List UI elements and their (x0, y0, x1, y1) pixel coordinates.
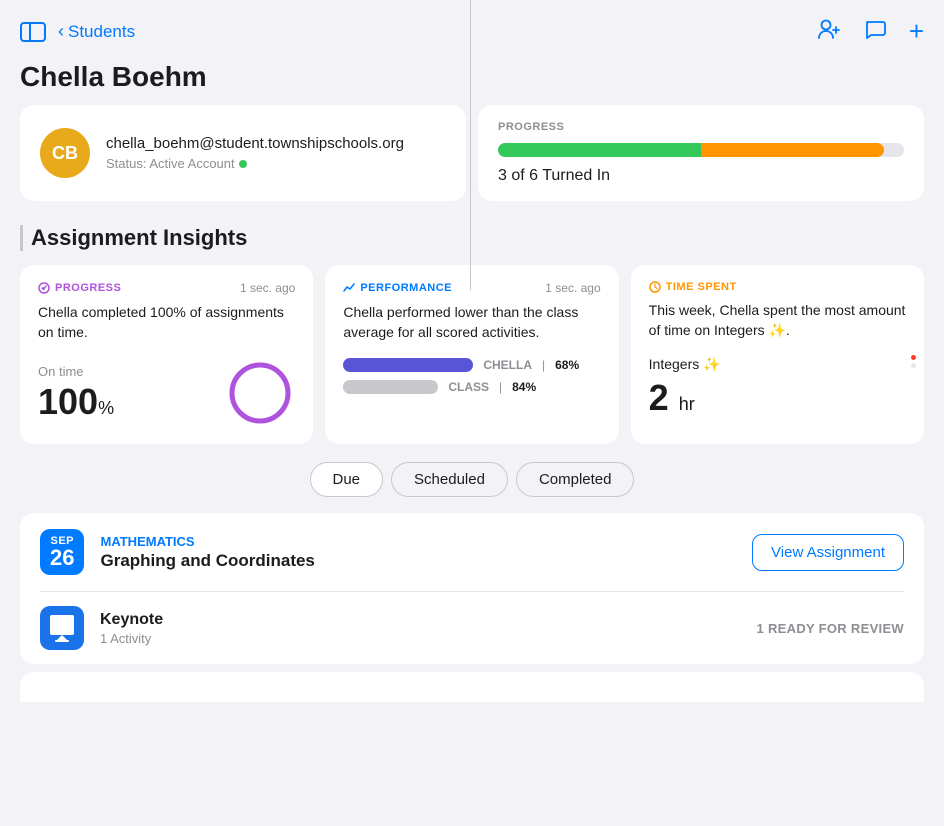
screen: ‹ Students + Chella Boehm (0, 0, 944, 826)
profile-status: Status: Active Account (106, 156, 404, 171)
top-bar: ‹ Students + (0, 0, 944, 57)
time-desc: This week, Chella spent the most amount … (649, 301, 906, 340)
progress-circle-row: On time 100% (38, 358, 295, 428)
class-bar-row: CLASS | 84% (343, 380, 600, 394)
insight-progress-card: PROGRESS 1 sec. ago Chella completed 100… (20, 265, 313, 444)
status-text: Status: Active Account (106, 156, 235, 171)
back-label: Students (68, 22, 135, 42)
activity-icon (40, 606, 84, 650)
section-border: Assignment Insights (20, 225, 924, 251)
profile-email: chella_boehm@student.townshipschools.org (106, 135, 404, 152)
assignment-subject: MATHEMATICS (100, 534, 736, 549)
progress-card: PROGRESS 3 of 6 Turned In (478, 105, 924, 201)
sidebar-toggle-icon[interactable] (20, 22, 46, 42)
status-dot (239, 160, 247, 168)
time-number: 2 (649, 377, 669, 418)
dot-indicator (911, 355, 916, 368)
activity-row: Keynote 1 Activity 1 READY FOR REVIEW (20, 592, 924, 664)
time-topic: Integers ✨ (649, 356, 906, 373)
progress-timestamp: 1 sec. ago (240, 281, 295, 295)
section-header-container: Assignment Insights (0, 217, 944, 265)
top-bar-left: ‹ Students (20, 21, 135, 42)
bottom-card-partial (20, 672, 924, 702)
insights-row: PROGRESS 1 sec. ago Chella completed 100… (0, 265, 944, 444)
top-bar-right: + (817, 16, 924, 47)
chat-icon[interactable] (863, 18, 887, 46)
back-button[interactable]: ‹ Students (58, 21, 135, 42)
date-badge: SEP 26 (40, 529, 84, 575)
on-time-info: On time 100% (38, 364, 114, 423)
profile-card: CB chella_boehm@student.townshipschools.… (20, 105, 466, 201)
assignment-card: SEP 26 MATHEMATICS Graphing and Coordina… (20, 513, 924, 664)
section-title: Assignment Insights (31, 225, 247, 250)
progress-badge: PROGRESS (38, 282, 121, 294)
progress-circle-svg (225, 358, 295, 428)
avatar: CB (40, 128, 90, 178)
time-detail: Integers ✨ 2 hr (649, 356, 906, 419)
bottom-hint (0, 672, 944, 702)
on-time-number: 100 (38, 381, 98, 422)
filter-scheduled[interactable]: Scheduled (391, 462, 508, 497)
assignment-info: MATHEMATICS Graphing and Coordinates (100, 534, 736, 571)
on-time-unit: % (98, 398, 114, 418)
time-value: 2 hr (649, 377, 906, 419)
on-time-value: 100% (38, 381, 114, 423)
class-label: CLASS (448, 380, 489, 394)
progress-summary: 3 of 6 Turned In (498, 167, 904, 185)
performance-badge-label: PERFORMANCE (360, 282, 452, 294)
assignment-section: SEP 26 MATHEMATICS Graphing and Coordina… (0, 513, 944, 664)
assignment-title: Graphing and Coordinates (100, 551, 736, 571)
on-time-label: On time (38, 364, 114, 379)
assignment-header: SEP 26 MATHEMATICS Graphing and Coordina… (20, 513, 924, 591)
page-title: Chella Boehm (0, 57, 944, 105)
activity-count: 1 Activity (100, 631, 741, 646)
progress-label: PROGRESS (498, 121, 904, 133)
chella-bar-row: CHELLA | 68% (343, 358, 600, 372)
filter-due[interactable]: Due (310, 462, 384, 497)
filter-row: Due Scheduled Completed (0, 444, 944, 513)
progress-bar (498, 143, 904, 157)
vertical-divider (470, 0, 471, 290)
performance-desc: Chella performed lower than the class av… (343, 303, 600, 342)
profile-info: chella_boehm@student.townshipschools.org… (106, 135, 404, 171)
info-row: CB chella_boehm@student.townshipschools.… (0, 105, 944, 217)
dot-2 (911, 363, 916, 368)
insight-time-header: TIME SPENT (649, 281, 906, 293)
time-badge: TIME SPENT (649, 281, 737, 293)
activity-name: Keynote (100, 611, 741, 629)
insight-time-card: TIME SPENT This week, Chella spent the m… (631, 265, 924, 444)
performance-timestamp: 1 sec. ago (545, 281, 600, 295)
progress-green (498, 143, 701, 157)
chella-pct: 68% (555, 358, 579, 372)
keynote-svg (47, 614, 77, 642)
class-bar (343, 380, 438, 394)
performance-badge: PERFORMANCE (343, 282, 452, 294)
activity-info: Keynote 1 Activity (100, 611, 741, 646)
date-day: 26 (50, 547, 74, 569)
insight-performance-header: PERFORMANCE 1 sec. ago (343, 281, 600, 295)
view-assignment-button[interactable]: View Assignment (752, 534, 904, 571)
progress-badge-label: PROGRESS (55, 282, 121, 294)
dot-1 (911, 355, 916, 360)
chella-bar (343, 358, 473, 372)
chella-label: CHELLA (483, 358, 532, 372)
time-badge-label: TIME SPENT (666, 281, 737, 293)
progress-desc: Chella completed 100% of assignments on … (38, 303, 295, 342)
class-pct: 84% (512, 380, 536, 394)
activity-status: 1 READY FOR REVIEW (757, 621, 904, 636)
time-unit: hr (679, 394, 695, 414)
insight-progress-header: PROGRESS 1 sec. ago (38, 281, 295, 295)
person-add-icon[interactable] (817, 18, 841, 46)
filter-completed[interactable]: Completed (516, 462, 635, 497)
add-icon[interactable]: + (909, 16, 924, 47)
progress-orange (701, 143, 884, 157)
performance-bars: CHELLA | 68% CLASS | 84% (343, 358, 600, 394)
insight-performance-card: PERFORMANCE 1 sec. ago Chella performed … (325, 265, 618, 444)
chevron-left-icon: ‹ (58, 21, 64, 42)
